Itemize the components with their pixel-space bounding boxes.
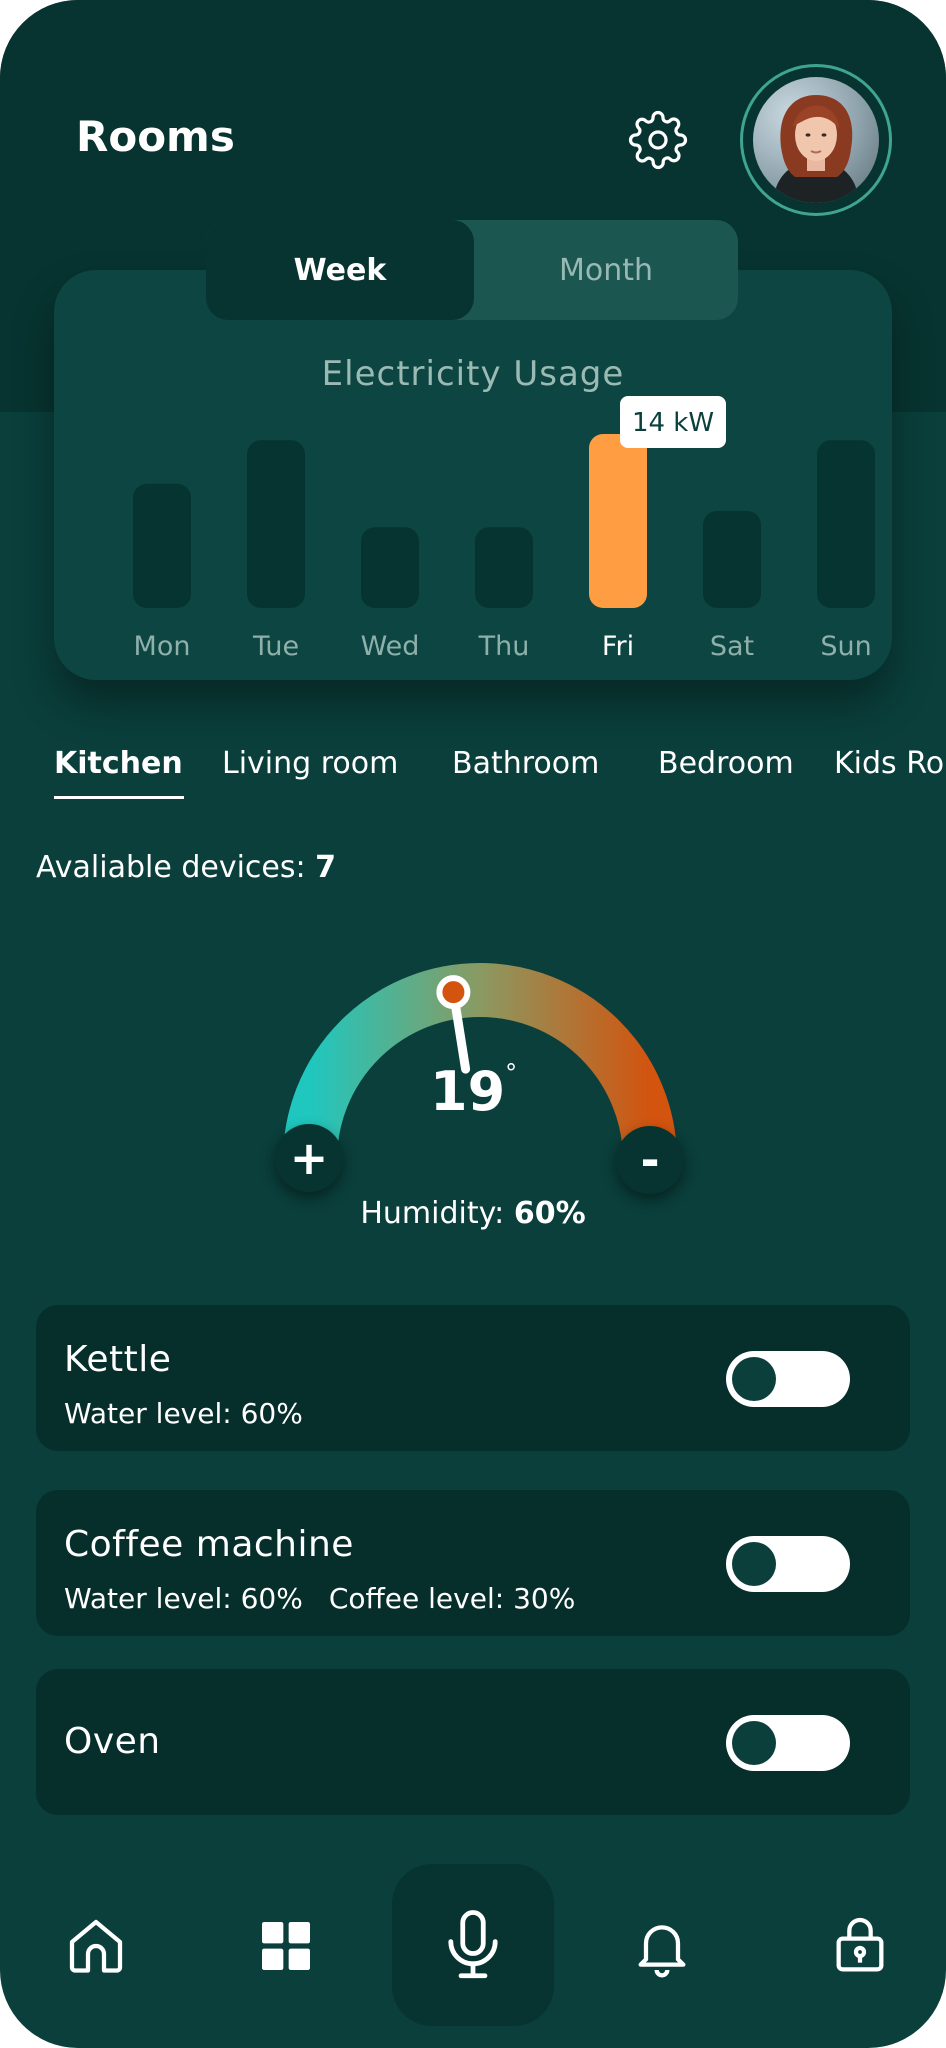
device-card-kettle: Kettle Water level: 60% — [36, 1305, 910, 1451]
avatar[interactable] — [740, 64, 892, 216]
tab-bathroom[interactable]: Bathroom — [452, 746, 599, 781]
grid-icon[interactable] — [254, 1914, 318, 1978]
tab-kitchen[interactable]: Kitchen — [54, 746, 183, 781]
tab-living-room[interactable]: Living room — [222, 746, 398, 781]
bar-fri[interactable] — [589, 434, 647, 608]
gear-icon[interactable] — [628, 110, 688, 170]
device-card-oven: Oven — [36, 1669, 910, 1815]
toggle-knob — [732, 1542, 776, 1586]
voice-button[interactable] — [392, 1864, 554, 2026]
lock-icon[interactable] — [828, 1912, 892, 1976]
oven-toggle[interactable] — [726, 1715, 850, 1771]
water-level: Water level: 60% — [64, 1582, 303, 1615]
available-devices-count: 7 — [315, 850, 337, 885]
day-label-fri: Fri — [602, 631, 634, 662]
day-label-sat: Sat — [710, 631, 754, 662]
bar-tue[interactable] — [247, 440, 305, 608]
toggle-knob — [732, 1721, 776, 1765]
electricity-usage-chart: Mon Tue Wed Thu Fri 14 kW Sat Sun — [133, 396, 875, 662]
tab-kids-room[interactable]: Kids Ro — [834, 746, 944, 781]
microphone-icon — [448, 1910, 498, 1979]
bottom-navigation — [0, 1864, 946, 2048]
tab-bedroom[interactable]: Bedroom — [658, 746, 794, 781]
bar-wed[interactable] — [361, 527, 419, 608]
bell-icon[interactable] — [630, 1914, 694, 1978]
decrease-temperature-button[interactable]: - — [616, 1126, 684, 1194]
day-label-tue: Tue — [252, 631, 299, 662]
bar-mon[interactable] — [133, 483, 191, 608]
device-name: Kettle — [64, 1339, 172, 1380]
temperature-handle[interactable] — [436, 975, 471, 1010]
coffee-machine-toggle[interactable] — [726, 1536, 850, 1592]
water-level: Water level: 60% — [64, 1397, 303, 1430]
available-devices: Avaliable devices: 7 — [36, 850, 336, 885]
page-title: Rooms — [76, 112, 235, 161]
increase-temperature-button[interactable]: + — [275, 1124, 343, 1192]
temperature-number: 19 — [430, 1060, 506, 1123]
toggle-knob — [732, 1357, 776, 1401]
day-label-thu: Thu — [478, 631, 530, 662]
avatar-photo — [753, 77, 879, 203]
day-label-wed: Wed — [361, 631, 420, 662]
app-screen: Rooms Electricity Usage Mon Tue Wed Thu Fri 1… — [0, 0, 946, 2048]
active-tab-indicator — [54, 796, 184, 799]
period-switch: Week Month — [206, 220, 738, 320]
device-meta: Water level: 60% — [64, 1397, 329, 1430]
available-devices-label: Avaliable devices: — [36, 850, 316, 885]
home-icon[interactable] — [64, 1914, 128, 1978]
device-card-coffee-machine: Coffee machine Water level: 60% Coffee le… — [36, 1490, 910, 1636]
tab-week[interactable]: Week — [206, 220, 474, 320]
humidity-label: Humidity: — [360, 1196, 514, 1231]
day-label-mon: Mon — [134, 631, 191, 662]
device-name: Oven — [64, 1721, 161, 1762]
device-meta: Water level: 60% Coffee level: 30% — [64, 1582, 601, 1615]
temperature-value: 19° — [430, 1059, 518, 1123]
bar-sat[interactable] — [703, 511, 761, 608]
tab-month[interactable]: Month — [474, 220, 738, 320]
coffee-level: Coffee level: 30% — [328, 1582, 576, 1615]
value-tooltip-label: 14 kW — [632, 408, 714, 438]
room-tabs: Kitchen Living room Bathroom Bedroom Kid… — [0, 746, 946, 806]
degree-symbol: ° — [505, 1059, 518, 1087]
device-name: Coffee machine — [64, 1524, 354, 1565]
bar-sun[interactable] — [817, 440, 875, 608]
day-label-sun: Sun — [820, 631, 871, 662]
bar-thu[interactable] — [475, 527, 533, 608]
humidity-readout: Humidity: 60% — [0, 1196, 946, 1231]
electricity-usage-card: Electricity Usage Mon Tue Wed Thu Fri 14 kW Sa… — [54, 270, 892, 680]
humidity-value: 60% — [513, 1196, 586, 1231]
kettle-toggle[interactable] — [726, 1351, 850, 1407]
